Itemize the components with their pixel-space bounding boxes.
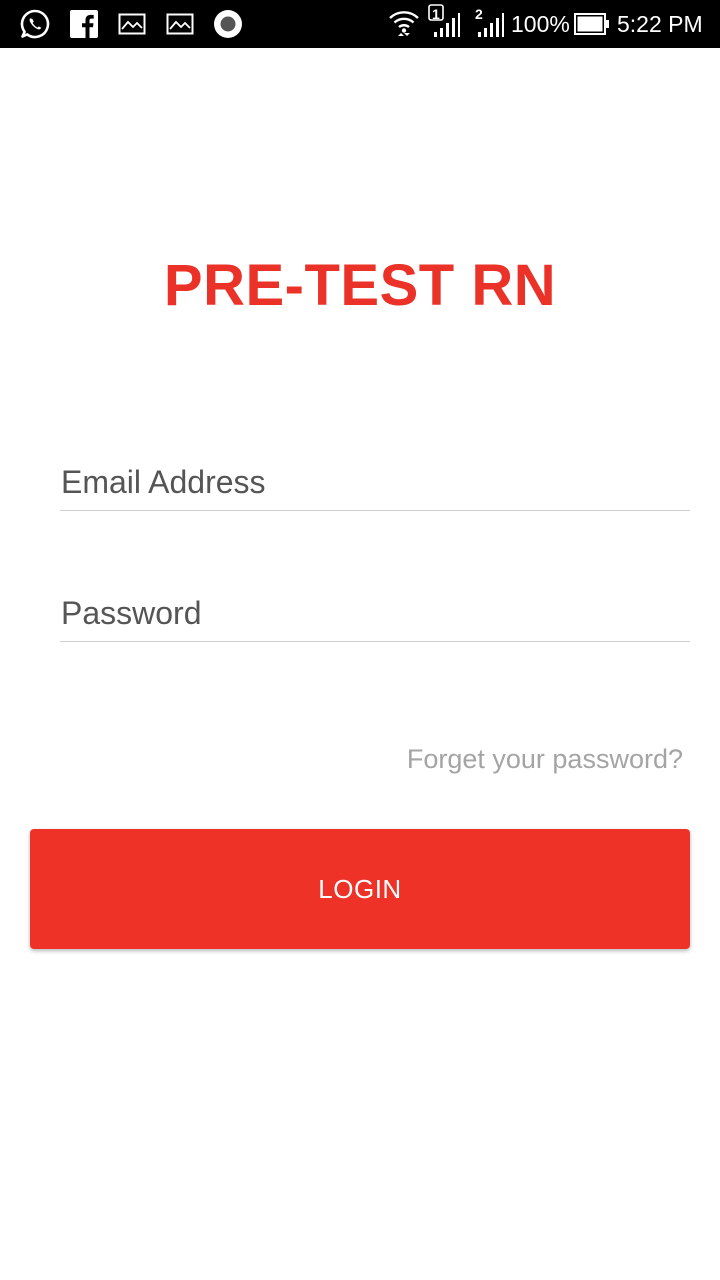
sim2-label: 2 [475,6,483,22]
login-button[interactable]: LOGIN [30,829,690,949]
battery-percent: 100% [511,11,570,37]
password-field-container [60,585,691,642]
whatsapp-icon [19,8,51,40]
forgot-password-link[interactable]: Forget your password? [407,744,683,775]
clock-time: 5:22 PM [617,11,703,37]
status-bar: 1 2 100% 5:22 PM [0,0,720,48]
wifi-icon [388,8,420,40]
app-title: PRE-TEST RN [163,253,557,318]
record-icon [213,8,243,40]
facebook-icon [70,8,98,40]
email-field[interactable] [60,454,691,510]
sim1-label: 1 [432,6,440,22]
image-icon [166,8,194,40]
email-field-container [60,454,691,511]
password-field[interactable] [60,585,691,641]
battery-icon [574,8,610,40]
image-icon [118,8,146,40]
